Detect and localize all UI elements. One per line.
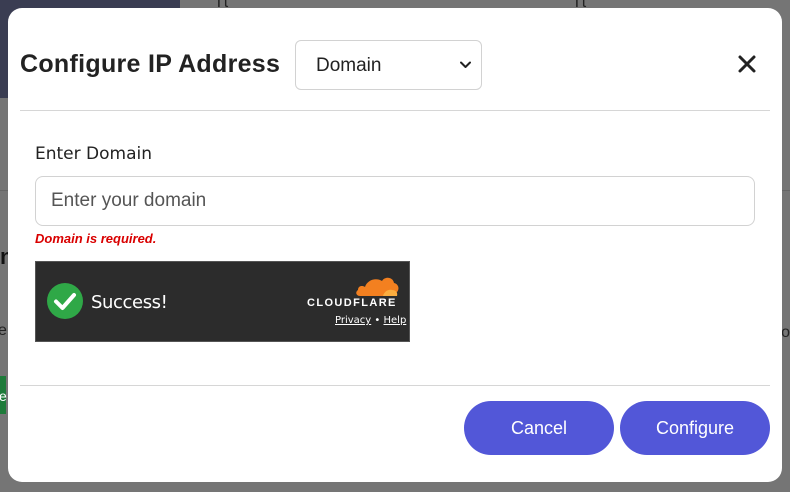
modal-title: Configure IP Address (20, 50, 281, 78)
background-text: o (781, 324, 790, 341)
configure-ip-modal: Configure IP Address Domain Enter Domain… (8, 8, 782, 482)
success-check-icon (47, 283, 83, 319)
address-type-select[interactable]: Domain (295, 40, 482, 90)
help-link[interactable]: Help (384, 315, 407, 326)
configure-button[interactable]: Configure (620, 401, 770, 455)
background-green-button-text: e (0, 388, 7, 404)
captcha-status: Success! (91, 292, 168, 313)
cloudflare-turnstile-widget: Success! CLOUDFLARE Privacy • Help (35, 261, 410, 342)
footer-divider (20, 385, 770, 386)
domain-input[interactable] (35, 176, 755, 226)
cloudflare-logo-text: CLOUDFLARE (307, 297, 397, 309)
cancel-button[interactable]: Cancel (464, 401, 614, 455)
cloudflare-cloud-icon (356, 277, 399, 296)
header-divider (20, 110, 770, 111)
chevron-down-icon (460, 61, 471, 68)
link-separator: • (374, 315, 381, 326)
address-type-selected-value: Domain (316, 55, 382, 76)
cloudflare-links: Privacy • Help (335, 315, 406, 326)
domain-label: Enter Domain (35, 144, 152, 164)
background-text: e (0, 322, 7, 339)
privacy-link[interactable]: Privacy (335, 315, 371, 326)
domain-error-message: Domain is required. (35, 231, 157, 246)
close-icon[interactable] (736, 53, 758, 75)
